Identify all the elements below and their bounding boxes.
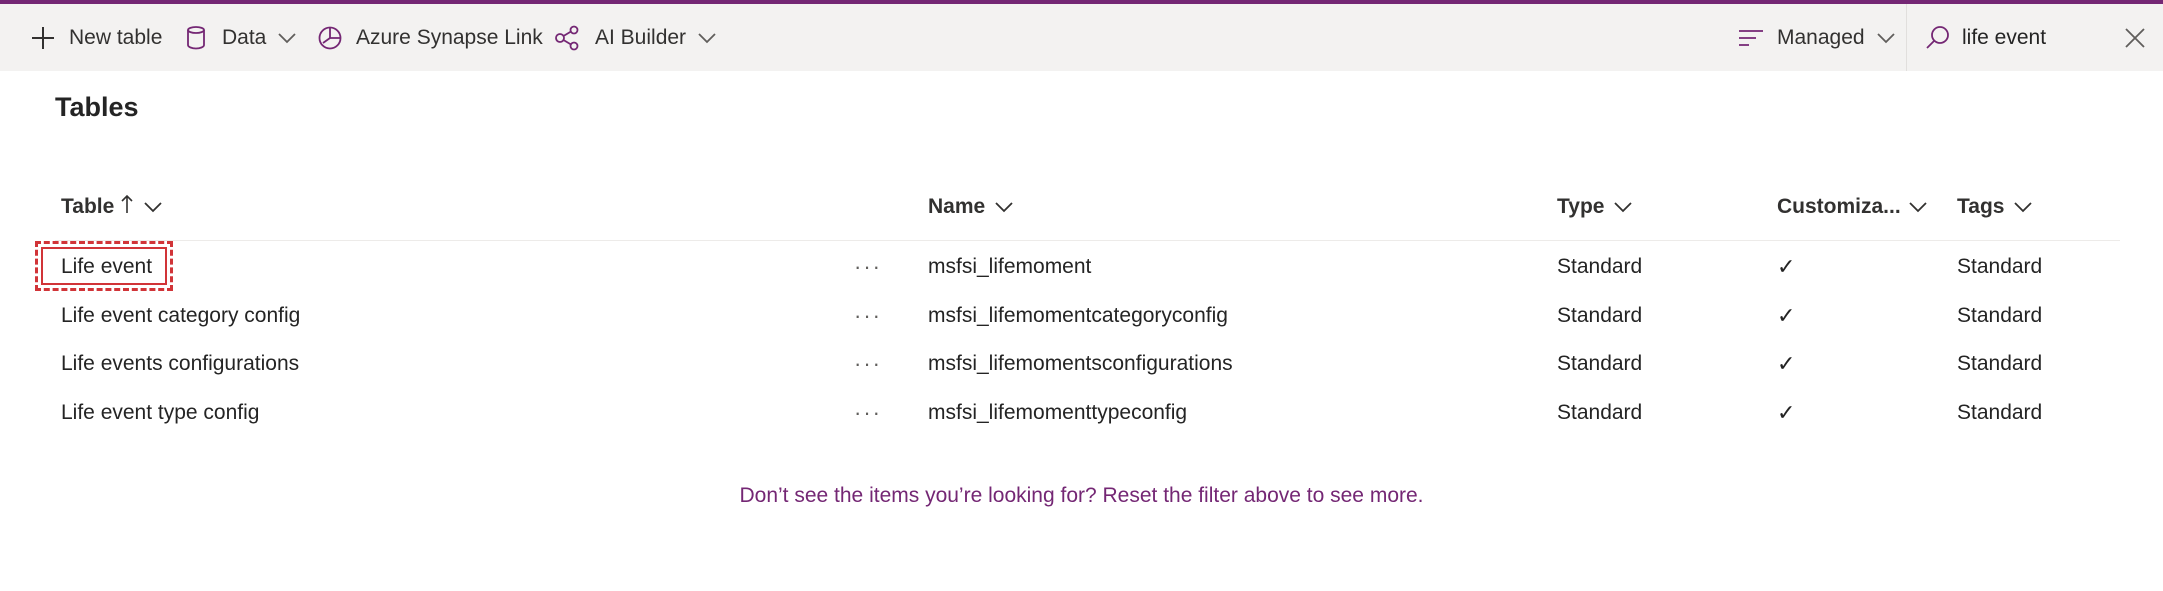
- row-more-button[interactable]: ···: [850, 292, 886, 340]
- column-header-type-label: Type: [1557, 195, 1605, 218]
- customizable-checkmark-icon: ✓: [1777, 303, 1796, 328]
- table-display-name[interactable]: Life event category config: [61, 292, 300, 340]
- column-header-tags[interactable]: Tags: [1957, 190, 2033, 224]
- table-tags: Standard: [1957, 352, 2043, 375]
- search-input[interactable]: [1962, 22, 2112, 54]
- ai-builder-label: AI Builder: [595, 25, 687, 49]
- table-row[interactable]: Life event ··· msfsi_lifemoment Standard…: [40, 243, 2120, 291]
- ai-builder-menu-button[interactable]: AI Builder: [554, 4, 716, 71]
- azure-synapse-link-button[interactable]: Azure Synapse Link: [317, 4, 543, 71]
- column-header-name[interactable]: Name: [928, 190, 1013, 224]
- customizable-checkmark-icon: ✓: [1777, 254, 1796, 279]
- table-tags: Standard: [1957, 255, 2043, 278]
- customizable-checkmark-icon: ✓: [1777, 400, 1796, 425]
- close-icon[interactable]: [2124, 27, 2146, 54]
- database-icon: [185, 25, 207, 51]
- table-row[interactable]: Life event type config ··· msfsi_lifemom…: [40, 389, 2120, 437]
- column-header-tags-label: Tags: [1957, 195, 2005, 218]
- chevron-down-icon: [698, 32, 716, 44]
- managed-filter-button[interactable]: Managed: [1738, 4, 1895, 71]
- table-row[interactable]: Life events configurations ··· msfsi_lif…: [40, 340, 2120, 388]
- reset-filter-message[interactable]: Don’t see the items you’re looking for? …: [0, 484, 2163, 508]
- row-more-button[interactable]: ···: [850, 389, 886, 437]
- plus-icon: [30, 25, 56, 51]
- chevron-down-icon: [1876, 32, 1895, 44]
- data-label: Data: [222, 25, 267, 49]
- filter-lines-icon: [1738, 28, 1764, 48]
- column-header-customizable[interactable]: Customiza...: [1777, 190, 1927, 224]
- table-type: Standard: [1557, 401, 1643, 424]
- chevron-down-icon: [278, 32, 296, 44]
- table-logical-name: msfsi_lifemoment: [928, 255, 1092, 278]
- chevron-down-icon: [2004, 195, 2033, 219]
- column-header-customizable-label: Customiza...: [1777, 195, 1901, 218]
- column-header-type[interactable]: Type: [1557, 190, 1633, 224]
- sort-ascending-icon: [114, 194, 134, 220]
- table-row[interactable]: Life event category config ··· msfsi_lif…: [40, 292, 2120, 340]
- new-table-label: New table: [69, 25, 163, 49]
- table-display-name[interactable]: Life event: [61, 243, 152, 291]
- table-tags: Standard: [1957, 401, 2043, 424]
- table-type: Standard: [1557, 255, 1643, 278]
- column-header-table-label: Table: [61, 195, 115, 218]
- chevron-down-icon: [1604, 195, 1633, 219]
- ai-builder-icon: [554, 25, 582, 51]
- table-logical-name: msfsi_lifemomentsconfigurations: [928, 352, 1233, 375]
- header-divider: [55, 240, 2120, 241]
- row-more-button[interactable]: ···: [850, 340, 886, 388]
- search-icon: [1925, 25, 1951, 56]
- toolbar-divider: [1906, 4, 1907, 71]
- command-bar: New table Data Azure Synapse Link AI Bui…: [0, 4, 2163, 71]
- page-title: Tables: [55, 92, 139, 122]
- table-display-name[interactable]: Life event type config: [61, 389, 259, 437]
- chevron-down-icon: [1901, 195, 1927, 219]
- column-header-table[interactable]: Table: [61, 190, 162, 224]
- new-table-button[interactable]: New table: [30, 4, 162, 71]
- customizable-checkmark-icon: ✓: [1777, 351, 1796, 376]
- table-type: Standard: [1557, 352, 1643, 375]
- azure-synapse-link-label: Azure Synapse Link: [356, 25, 543, 49]
- table-display-name[interactable]: Life events configurations: [61, 340, 299, 388]
- table-logical-name: msfsi_lifemomenttypeconfig: [928, 401, 1188, 424]
- chevron-down-icon: [134, 195, 162, 219]
- managed-filter-label: Managed: [1777, 25, 1865, 49]
- table-tags: Standard: [1957, 304, 2043, 327]
- chevron-down-icon: [985, 195, 1013, 219]
- table-type: Standard: [1557, 304, 1643, 327]
- table-logical-name: msfsi_lifemomentcategoryconfig: [928, 304, 1228, 327]
- row-more-button[interactable]: ···: [850, 243, 886, 291]
- synapse-icon: [317, 25, 343, 51]
- column-header-name-label: Name: [928, 195, 986, 218]
- data-menu-button[interactable]: Data: [185, 4, 296, 71]
